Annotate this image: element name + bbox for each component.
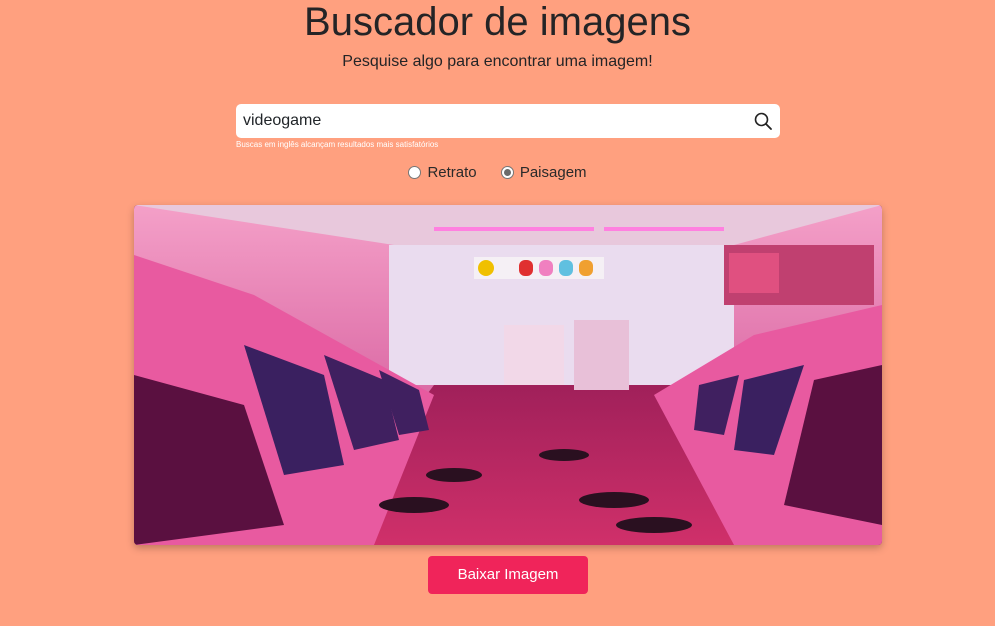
radio-paisagem[interactable]: Paisagem <box>500 164 587 181</box>
search-button[interactable] <box>752 110 774 132</box>
search-hint: Buscas em inglês alcançam resultados mai… <box>236 140 439 149</box>
search-bar <box>236 104 780 138</box>
page-subtitle: Pesquise algo para encontrar uma imagem! <box>342 53 653 70</box>
search-input[interactable] <box>236 104 746 138</box>
radio-paisagem-label: Paisagem <box>519 164 587 181</box>
download-button[interactable]: Baixar Imagem <box>428 556 588 594</box>
arcade-room-image <box>134 205 882 545</box>
radio-paisagem-dot[interactable] <box>500 166 514 179</box>
radio-retrato-dot[interactable] <box>408 166 422 179</box>
radio-retrato-label: Retrato <box>427 164 477 181</box>
result-image <box>134 205 882 545</box>
orientation-options: Retrato Paisagem <box>0 164 995 183</box>
radio-retrato[interactable]: Retrato <box>408 164 477 181</box>
search-icon <box>754 112 772 130</box>
page-title: Buscador de imagens <box>304 0 691 44</box>
